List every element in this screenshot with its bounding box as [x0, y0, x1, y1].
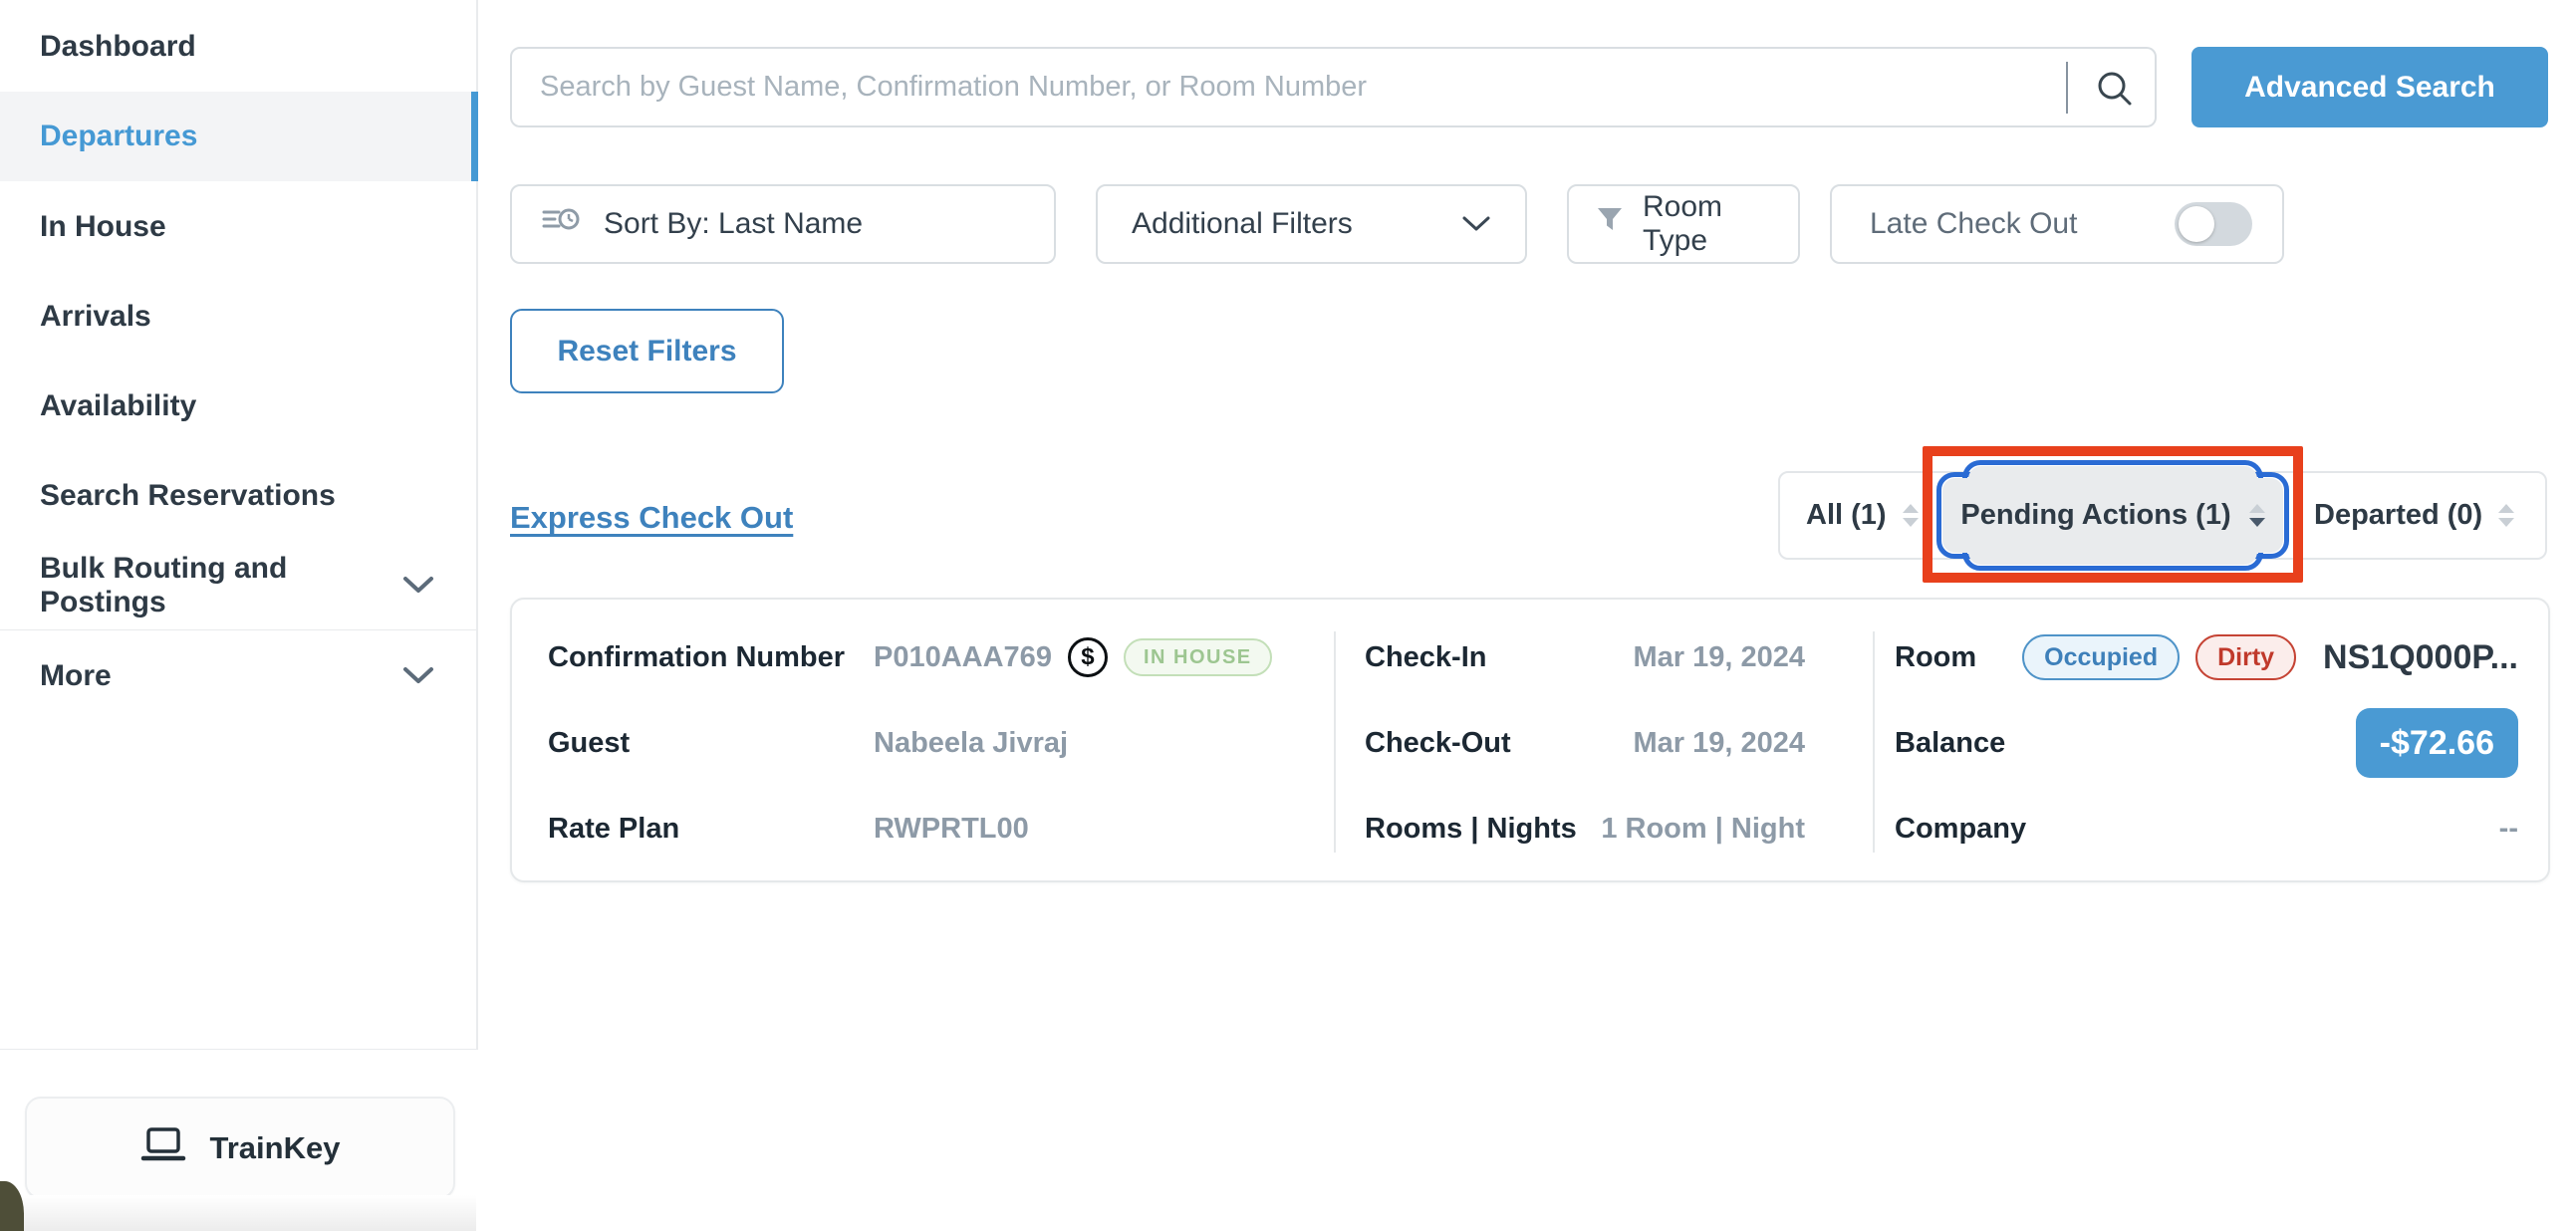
check-in-label: Check-In: [1365, 641, 1486, 674]
sidebar-item-label: Dashboard: [40, 30, 196, 64]
sidebar-item-in-house[interactable]: In House: [0, 182, 478, 272]
tab-departed[interactable]: Departed (0): [2314, 473, 2514, 558]
occupied-badge: Occupied: [2022, 634, 2180, 680]
room-label: Room: [1895, 641, 1976, 674]
room-number-value: NS1Q000P...: [2323, 638, 2518, 677]
laptop-icon: [140, 1126, 186, 1170]
sidebar-item-label: In House: [40, 210, 166, 244]
search-input[interactable]: [512, 49, 2155, 125]
chevron-down-icon: [402, 576, 434, 596]
sort-by-label: Sort By: Last Name: [604, 207, 863, 241]
sidebar-item-availability[interactable]: Availability: [0, 362, 478, 451]
sidebar-item-label: Arrivals: [40, 300, 151, 334]
guest-row: Guest Nabeela Jivraj: [548, 717, 1325, 769]
chevron-down-icon: [402, 666, 434, 686]
sidebar-item-label: Availability: [40, 389, 196, 423]
confirmation-value: P010AAA769: [874, 641, 1052, 674]
payment-dollar-icon[interactable]: $: [1068, 637, 1108, 677]
late-check-out-toggle[interactable]: [2175, 202, 2252, 246]
dirty-badge: Dirty: [2195, 634, 2296, 680]
confirmation-label: Confirmation Number: [548, 641, 874, 674]
sidebar-item-departures[interactable]: Departures: [0, 92, 478, 181]
search-icon[interactable]: [2094, 68, 2136, 110]
sort-time-icon: [542, 205, 582, 243]
balance-amount-badge[interactable]: -$72.66: [2356, 708, 2518, 778]
rooms-nights-row: Rooms | Nights 1 Room | Night: [1365, 803, 1805, 855]
company-row: Company --: [1895, 803, 2518, 855]
departures-page: Dashboard Departures In House Arrivals A…: [0, 0, 2576, 1231]
sidebar: Dashboard Departures In House Arrivals A…: [0, 0, 478, 1231]
confirmation-row: Confirmation Number P010AAA769 $ IN HOUS…: [548, 631, 1325, 683]
sidebar-item-dashboard[interactable]: Dashboard: [0, 2, 478, 92]
sort-arrows-icon: [2249, 504, 2265, 527]
check-in-row: Check-In Mar 19, 2024: [1365, 631, 1805, 683]
rate-plan-value: RWPRTL00: [874, 813, 1029, 846]
chevron-down-icon: [1461, 207, 1491, 241]
room-row: Room Occupied Dirty NS1Q000P...: [1895, 631, 2518, 683]
late-check-out-label: Late Check Out: [1870, 207, 2077, 241]
check-in-value: Mar 19, 2024: [1633, 641, 1805, 674]
guest-label: Guest: [548, 727, 874, 760]
card-divider: [1873, 631, 1875, 853]
guest-value: Nabeela Jivraj: [874, 727, 1068, 760]
funnel-icon: [1595, 205, 1625, 243]
tab-all-label: All (1): [1806, 499, 1887, 532]
room-type-filter[interactable]: Room Type: [1567, 184, 1800, 264]
additional-filters-label: Additional Filters: [1132, 207, 1353, 241]
tab-pending-actions-label: Pending Actions (1): [1960, 499, 2230, 532]
in-house-badge: IN HOUSE: [1124, 638, 1272, 676]
company-value: --: [2499, 813, 2518, 846]
sidebar-item-label: Bulk Routing and Postings: [40, 552, 402, 619]
rooms-nights-value: 1 Room | Night: [1601, 813, 1805, 846]
sidebar-item-arrivals[interactable]: Arrivals: [0, 272, 478, 362]
balance-row: Balance -$72.66: [1895, 717, 2518, 769]
reset-filters-button[interactable]: Reset Filters: [510, 309, 784, 393]
check-out-row: Check-Out Mar 19, 2024: [1365, 717, 1805, 769]
check-out-value: Mar 19, 2024: [1633, 727, 1805, 760]
sidebar-item-label: Search Reservations: [40, 479, 336, 513]
express-check-out-link[interactable]: Express Check Out: [510, 500, 793, 536]
trainkey-label: TrainKey: [210, 1130, 341, 1166]
advanced-search-button[interactable]: Advanced Search: [2191, 47, 2548, 127]
card-divider: [1334, 631, 1336, 853]
tab-pending-actions[interactable]: Pending Actions (1): [1936, 460, 2289, 571]
search-bar: [510, 47, 2157, 127]
sidebar-item-label: Departures: [40, 120, 197, 153]
rate-plan-row: Rate Plan RWPRTL00: [548, 803, 1325, 855]
trainkey-button[interactable]: TrainKey: [25, 1097, 455, 1199]
sidebar-item-search-reservations[interactable]: Search Reservations: [0, 451, 478, 541]
sort-arrows-icon: [2498, 504, 2514, 527]
tab-all[interactable]: All (1): [1806, 473, 1919, 558]
room-type-label: Room Type: [1643, 190, 1772, 258]
sort-by-dropdown[interactable]: Sort By: Last Name: [510, 184, 1056, 264]
tab-departed-label: Departed (0): [2314, 499, 2482, 532]
rooms-nights-label: Rooms | Nights: [1365, 813, 1577, 846]
additional-filters-dropdown[interactable]: Additional Filters: [1096, 184, 1527, 264]
sidebar-bottom-shade: [0, 1195, 476, 1231]
company-label: Company: [1895, 813, 2026, 846]
rate-plan-label: Rate Plan: [548, 813, 874, 846]
search-divider: [2066, 62, 2068, 114]
reservation-card[interactable]: Confirmation Number P010AAA769 $ IN HOUS…: [510, 598, 2550, 882]
sidebar-item-more[interactable]: More: [0, 631, 478, 721]
balance-label: Balance: [1895, 727, 2005, 760]
late-check-out-filter: Late Check Out: [1830, 184, 2284, 264]
sidebar-item-bulk-routing[interactable]: Bulk Routing and Postings: [0, 541, 478, 630]
check-out-label: Check-Out: [1365, 727, 1511, 760]
sidebar-item-label: More: [40, 659, 112, 693]
toggle-knob: [2179, 206, 2214, 242]
sort-arrows-icon: [1903, 504, 1919, 527]
sidebar-divider: [0, 629, 478, 630]
